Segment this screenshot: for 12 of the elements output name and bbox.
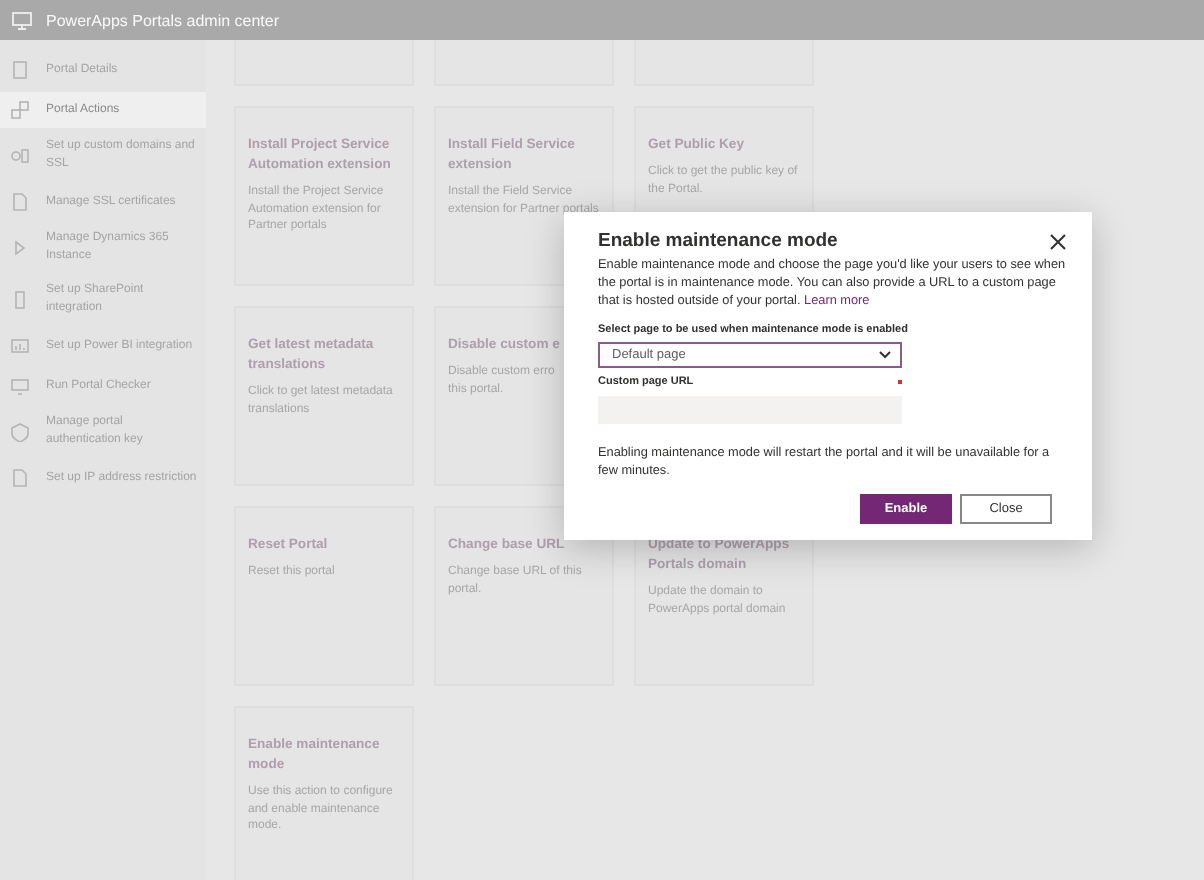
document-icon (10, 60, 30, 80)
page-icon (10, 192, 30, 212)
play-icon (10, 238, 30, 258)
close-icon[interactable] (1048, 231, 1068, 251)
chevron-down-icon (878, 350, 892, 360)
shapes-icon (10, 100, 30, 120)
app-title: PowerApps Portals admin center (46, 11, 279, 29)
page-icon (10, 468, 30, 488)
chart-icon (10, 336, 30, 356)
monitor-icon (10, 376, 30, 396)
shield-icon (10, 422, 30, 442)
monitor-icon (12, 11, 32, 29)
